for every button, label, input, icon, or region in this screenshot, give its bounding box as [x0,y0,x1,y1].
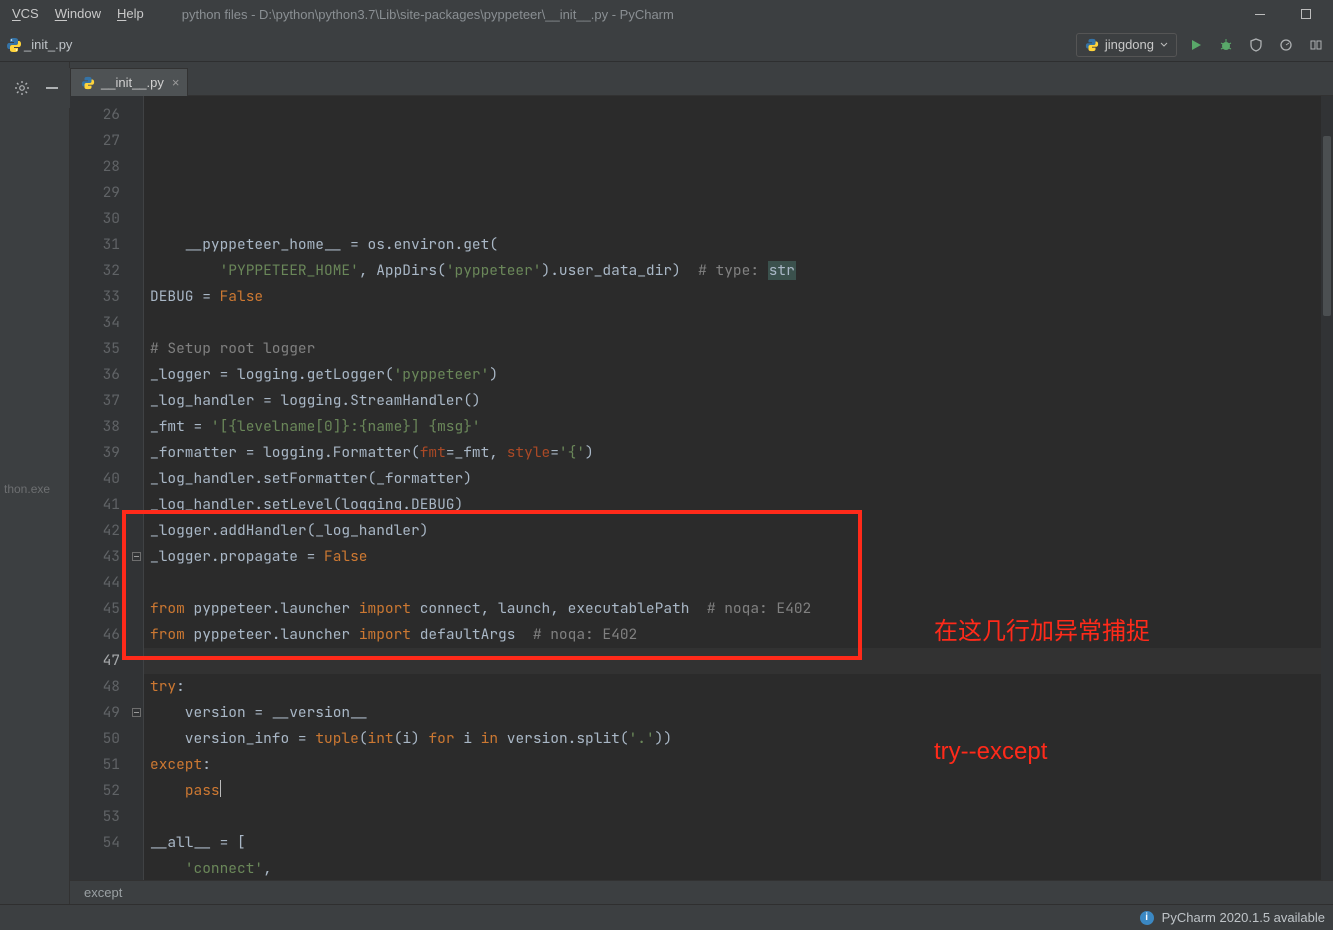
current-line-highlight [144,648,1333,674]
code-line[interactable]: _log_handler.setLevel(logging.DEBUG) [150,492,1333,518]
info-icon[interactable]: i [1140,911,1154,925]
breadcrumb-file[interactable]: _init_.py [24,37,72,52]
status-bar: i PyCharm 2020.1.5 available [0,904,1333,930]
code-line[interactable]: _formatter = logging.Formatter(fmt=_fmt,… [150,440,1333,466]
code-line[interactable]: _log_handler = logging.StreamHandler() [150,388,1333,414]
menu-vcs[interactable]: VCS [4,0,47,28]
code-line[interactable]: __pyppeteer_home__ = os.environ.get( [150,232,1333,258]
code-line[interactable]: _logger.addHandler(_log_handler) [150,518,1333,544]
editor-tab-strip: __init__.py × [70,62,1333,96]
navigation-bar: _init_.py jingdong [0,28,1333,62]
editor-tab-init[interactable]: __init__.py × [70,68,188,96]
code-line[interactable]: try: [150,674,1333,700]
menu-help[interactable]: Help [109,0,152,28]
code-line[interactable]: __all__ = [ [150,830,1333,856]
python-config-icon [1085,38,1099,52]
code-line[interactable]: 'connect', [150,856,1333,880]
run-coverage-button[interactable] [1245,34,1267,56]
fold-gutter[interactable] [130,96,144,880]
code-line[interactable]: from pyppeteer.launcher import connect, … [150,596,1333,622]
code-line[interactable]: _log_handler.setFormatter(_formatter) [150,466,1333,492]
code-line[interactable]: # Setup root logger [150,336,1333,362]
code-line[interactable] [150,804,1333,830]
editor-tab-label: __init__.py [101,75,164,90]
project-sidebar[interactable]: thon.exe [0,62,70,904]
profile-button[interactable] [1275,34,1297,56]
concurrency-button[interactable] [1305,34,1327,56]
code-area[interactable]: __pyppeteer_home__ = os.environ.get( 'PY… [144,96,1333,880]
run-configuration-selector[interactable]: jingdong [1076,33,1177,57]
code-line[interactable]: pass [150,778,1333,804]
menu-window[interactable]: Window [47,0,109,28]
menu-bar: VCS Window Help python files - D:\python… [0,0,1333,28]
code-line[interactable]: version = __version__ [150,700,1333,726]
status-update-message[interactable]: PyCharm 2020.1.5 available [1162,910,1325,925]
minimize-button[interactable] [1237,0,1283,28]
editor-vertical-scrollbar[interactable] [1321,96,1333,880]
code-line[interactable]: version_info = tuple(int(i) for i in ver… [150,726,1333,752]
python-file-icon [81,76,95,90]
breadcrumb-scope[interactable]: except [70,880,1333,904]
sidebar-truncated-label: thon.exe [4,482,50,496]
code-line[interactable]: except: [150,752,1333,778]
code-line[interactable]: from pyppeteer.launcher import defaultAr… [150,622,1333,648]
window-controls [1237,0,1329,28]
code-editor[interactable]: 2627282930313233343536373839404142434445… [70,96,1333,880]
code-line[interactable]: _logger = logging.getLogger('pyppeteer') [150,362,1333,388]
window-title: python files - D:\python\python3.7\Lib\s… [182,7,674,22]
code-line[interactable]: _fmt = '[{levelname[0]}:{name}] {msg}' [150,414,1333,440]
collapse-icon[interactable] [44,80,60,96]
code-line[interactable] [150,570,1333,596]
python-file-icon [6,37,22,53]
run-config-name: jingdong [1105,37,1154,52]
code-line[interactable]: DEBUG = False [150,284,1333,310]
code-line[interactable]: _logger.propagate = False [150,544,1333,570]
run-button[interactable] [1185,34,1207,56]
close-tab-icon[interactable]: × [172,75,180,90]
code-line[interactable] [150,310,1333,336]
scrollbar-thumb[interactable] [1323,136,1331,316]
line-number-gutter[interactable]: 2627282930313233343536373839404142434445… [70,96,130,880]
chevron-down-icon [1160,41,1168,49]
code-line[interactable]: 'PYPPETEER_HOME', AppDirs('pyppeteer').u… [150,258,1333,284]
maximize-button[interactable] [1283,0,1329,28]
settings-icon[interactable] [14,80,30,96]
debug-button[interactable] [1215,34,1237,56]
